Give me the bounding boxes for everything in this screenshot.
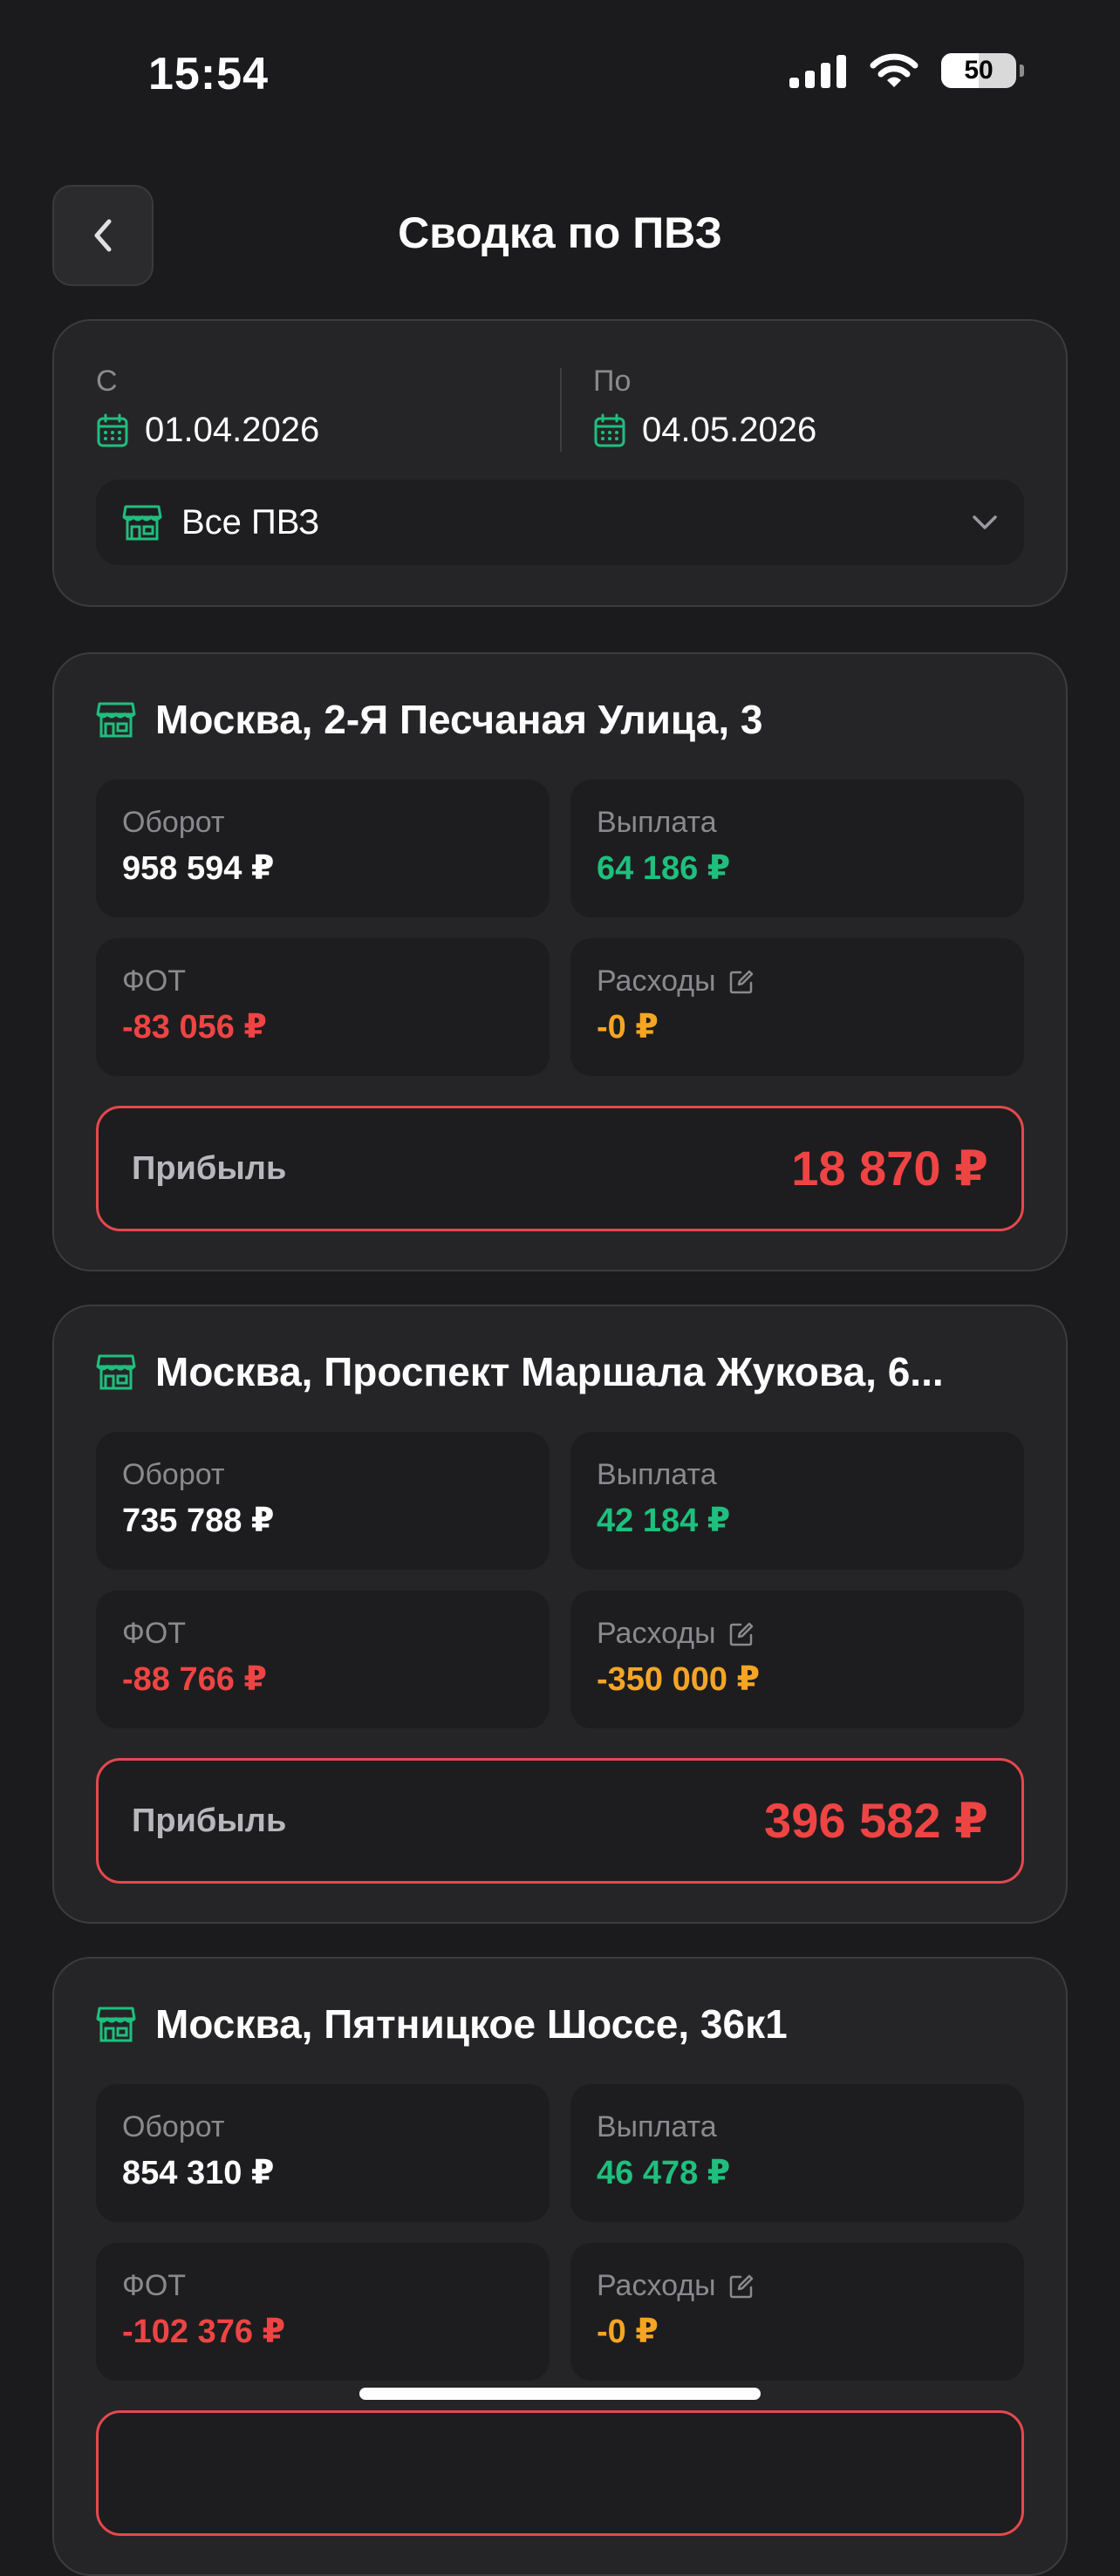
pvz-select-label: Все ПВЗ — [181, 502, 320, 542]
payroll-value: -88 766 ₽ — [122, 1661, 267, 1698]
payout-label: Выплата — [597, 806, 717, 839]
turnover-value: 854 310 ₽ — [122, 2155, 275, 2191]
payroll-tile: ФОТ -102 376 ₽ — [96, 2243, 550, 2381]
home-indicator[interactable] — [359, 2388, 761, 2400]
turnover-label: Оборот — [122, 1458, 225, 1491]
turnover-value: 735 788 ₽ — [122, 1503, 275, 1539]
battery-level: 50 — [964, 56, 994, 85]
status-bar: 15:54 50 — [0, 0, 1120, 148]
date-from-value: 01.04.2026 — [145, 411, 320, 449]
profit-label: Прибыль — [132, 1149, 287, 1187]
expenses-value: -0 ₽ — [597, 1009, 659, 1046]
expenses-label: Расходы — [597, 1617, 716, 1650]
store-icon — [96, 2007, 136, 2042]
turnover-value: 958 594 ₽ — [122, 850, 275, 887]
expenses-value: -350 000 ₽ — [597, 1661, 761, 1698]
payroll-tile: ФОТ -83 056 ₽ — [96, 938, 550, 1076]
payout-value: 46 478 ₽ — [597, 2155, 731, 2191]
payroll-value: -102 376 ₽ — [122, 2314, 286, 2350]
turnover-label: Оборот — [122, 806, 225, 839]
location-card: Москва, 2-Я Песчаная Улица, 3 Оборот 958… — [52, 652, 1068, 1271]
payout-label: Выплата — [597, 2110, 717, 2143]
expenses-tile[interactable]: Расходы -0 ₽ — [570, 2243, 1024, 2381]
status-icons: 50 — [789, 52, 1024, 89]
store-icon — [96, 1354, 136, 1390]
payroll-label: ФОТ — [122, 2269, 187, 2302]
payout-value: 64 186 ₽ — [597, 850, 731, 887]
payout-label: Выплата — [597, 1458, 717, 1491]
location-title: Москва, 2-Я Песчаная Улица, 3 — [155, 697, 763, 742]
pvz-select[interactable]: Все ПВЗ — [96, 480, 1024, 565]
page-title: Сводка по ПВЗ — [398, 208, 722, 257]
expenses-label: Расходы — [597, 964, 716, 998]
store-icon — [122, 505, 162, 541]
payroll-label: ФОТ — [122, 1617, 187, 1650]
date-from[interactable]: С 01.04.2026 — [96, 365, 319, 450]
profit-value: 18 870 ₽ — [791, 1141, 988, 1196]
location-card: Москва, Проспект Маршала Жукова, 6... Об… — [52, 1305, 1068, 1924]
turnover-tile: Оборот 854 310 ₽ — [96, 2084, 550, 2222]
turnover-label: Оборот — [122, 2110, 225, 2143]
expenses-value: -0 ₽ — [597, 2314, 659, 2350]
edit-icon[interactable] — [728, 969, 755, 995]
payout-tile: Выплата 46 478 ₽ — [570, 2084, 1024, 2222]
turnover-tile: Оборот 958 594 ₽ — [96, 780, 550, 917]
status-time: 15:54 — [148, 49, 269, 99]
date-divider — [560, 368, 562, 452]
payout-tile: Выплата 42 184 ₽ — [570, 1432, 1024, 1570]
edit-icon[interactable] — [728, 2273, 755, 2300]
cellular-signal-icon — [789, 55, 846, 88]
profit-box: Прибыль 396 582 ₽ — [96, 1758, 1024, 1884]
payroll-tile: ФОТ -88 766 ₽ — [96, 1591, 550, 1728]
expenses-label: Расходы — [597, 2269, 716, 2302]
chevron-down-icon — [973, 515, 997, 529]
payout-value: 42 184 ₽ — [597, 1503, 731, 1539]
filter-card: С 01.04.2026 По 04.05.2026 Все ПВЗ — [52, 319, 1068, 607]
profit-box: Прибыль 18 870 ₽ — [96, 1106, 1024, 1231]
date-to-label: По — [593, 365, 632, 398]
calendar-icon — [97, 413, 128, 446]
date-to-value: 04.05.2026 — [642, 411, 817, 449]
location-card: Москва, Пятницкое Шоссе, 36к1 Оборот 854… — [52, 1957, 1068, 2576]
store-icon — [96, 702, 136, 738]
profit-box — [96, 2410, 1024, 2536]
location-title: Москва, Пятницкое Шоссе, 36к1 — [155, 2001, 788, 2047]
battery-icon: 50 — [941, 53, 1016, 88]
edit-icon[interactable] — [728, 1621, 755, 1647]
wifi-icon — [870, 53, 919, 87]
calendar-icon — [594, 413, 625, 446]
turnover-tile: Оборот 735 788 ₽ — [96, 1432, 550, 1570]
date-from-label: С — [96, 365, 118, 398]
payout-tile: Выплата 64 186 ₽ — [570, 780, 1024, 917]
profit-label: Прибыль — [132, 1802, 287, 1839]
location-title: Москва, Проспект Маршала Жукова, 6... — [155, 1349, 944, 1394]
profit-value: 396 582 ₽ — [764, 1793, 988, 1848]
expenses-tile[interactable]: Расходы -350 000 ₽ — [570, 1591, 1024, 1728]
payroll-label: ФОТ — [122, 964, 187, 998]
date-to[interactable]: По 04.05.2026 — [593, 365, 816, 450]
payroll-value: -83 056 ₽ — [122, 1009, 267, 1046]
expenses-tile[interactable]: Расходы -0 ₽ — [570, 938, 1024, 1076]
